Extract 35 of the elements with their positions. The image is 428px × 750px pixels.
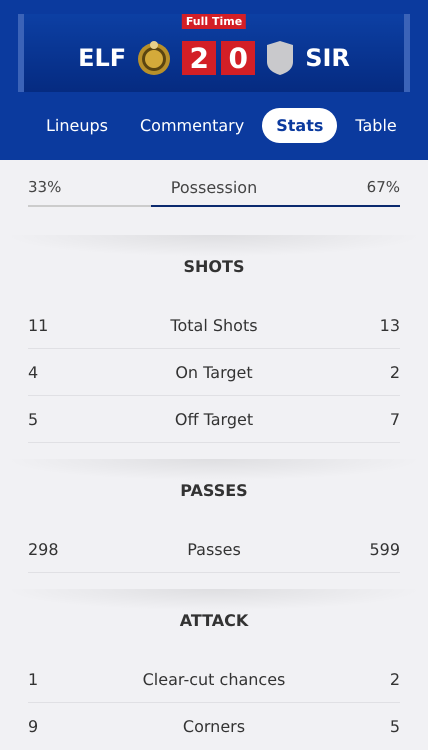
away-value: 2 <box>390 670 400 688</box>
shield-icon <box>265 40 296 76</box>
home-value: 11 <box>28 316 48 334</box>
away-value: 599 <box>369 540 400 558</box>
tab[interactable]: Commentary <box>126 108 258 143</box>
home-value: 5 <box>28 410 38 428</box>
away-value: 7 <box>390 410 400 428</box>
stat-label: Passes <box>187 540 241 558</box>
stat-label: On Target <box>175 362 253 382</box>
stat-label: Off Target <box>174 410 254 428</box>
tab[interactable]: Stats <box>262 108 338 143</box>
tab[interactable]: Lineups <box>32 108 122 143</box>
stat-label: Clear-cut chances <box>142 670 286 688</box>
score: 2 <box>182 41 216 75</box>
home-value: 33% <box>28 178 62 197</box>
tab[interactable]: Table <box>341 108 411 143</box>
match-status: Full Time <box>182 14 246 29</box>
home-value: 1 <box>28 670 38 688</box>
stat-label: Possession <box>170 178 258 197</box>
team-name: SIR <box>305 44 350 72</box>
team-name: ELF <box>78 44 126 72</box>
away-value: 2 <box>390 362 400 382</box>
stat-label: Total Shots <box>170 316 258 334</box>
section-title: ATTACK <box>178 611 250 632</box>
away-value: 67% <box>366 178 400 197</box>
home-value: 4 <box>28 362 38 382</box>
home-value: 9 <box>28 716 38 736</box>
stat-label: Corners <box>182 716 246 736</box>
section-title: SHOTS <box>182 257 246 278</box>
score: 0 <box>221 41 256 75</box>
away-value: 13 <box>380 316 400 334</box>
crest-icon <box>136 40 172 76</box>
home-value: 298 <box>28 540 59 558</box>
away-value: 5 <box>390 716 400 736</box>
section-title: PASSES <box>179 481 249 502</box>
